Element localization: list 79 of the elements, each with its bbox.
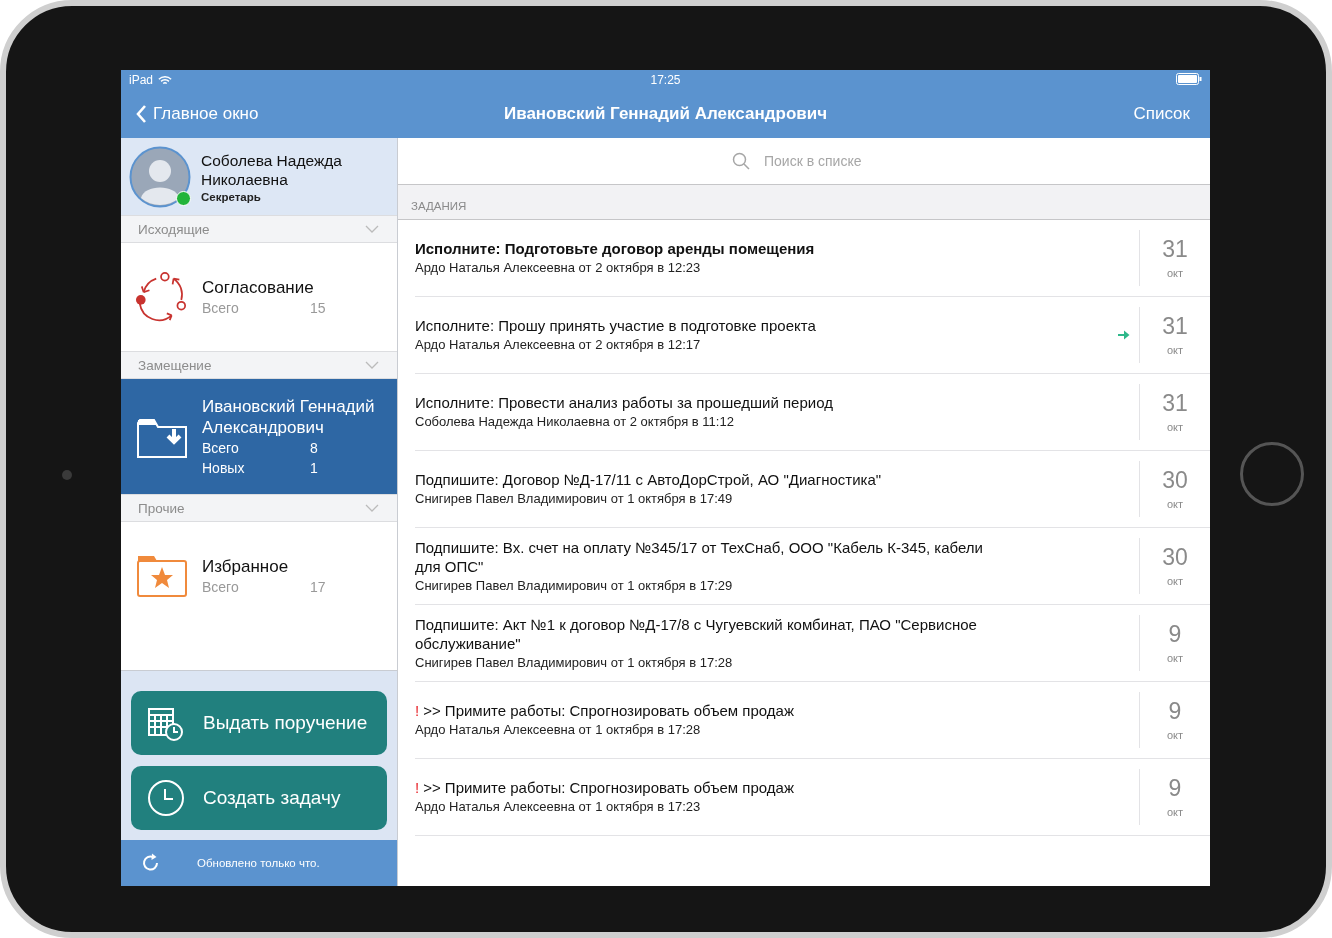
date-month: окт — [1166, 573, 1184, 589]
task-subtitle: Ардо Наталья Алексеевна от 2 октября в 12:23 — [415, 259, 702, 277]
task-title: >> Примите работы: Спрогнозировать объем продаж — [423, 702, 794, 719]
task-title: Подпишите: Акт №1 к договор №Д-17/8 с Чугуевский комбинат, ПАО "Сервисное обслуживание" — [415, 615, 977, 652]
action-button[interactable]: Создать задачу — [131, 766, 387, 830]
camera-dot — [62, 470, 72, 480]
date-month: окт — [1166, 342, 1184, 358]
date-month: окт — [1166, 419, 1184, 435]
cycle-arrows-icon — [135, 270, 189, 324]
device-label: iPad — [129, 73, 154, 87]
task-subtitle: Снигирев Павел Владимирович от 1 октября в 17:28 — [415, 653, 734, 672]
date-day: 9 — [1168, 620, 1182, 647]
chevron-down-icon — [365, 361, 379, 369]
date-day: 9 — [1168, 697, 1182, 724]
chevron-down-icon — [365, 225, 379, 233]
search-field[interactable]: Поиск в списке — [762, 152, 876, 170]
task-subtitle: Ардо Наталья Алексеевна от 1 октября в 17:23 — [415, 798, 702, 816]
profile-name: Соболева Надежда Николаевна — [201, 150, 343, 189]
priority-mark: ! — [415, 702, 420, 719]
task-subtitle: Соболева Надежда Николаевна от 2 октября в 11:12 — [415, 413, 735, 431]
avatar-silhouette — [129, 145, 191, 208]
task-title: Исполните: Подготовьте договор аренды помещения — [415, 240, 815, 257]
task-row[interactable]: Подпишите: Акт №1 к договор №Д-17/8 с Чугуевский комбинат, ПАО "Сервисное обслуживание" Снигирев Павел Владимирович от 1 октября в 17:28 9 окт — [415, 605, 1210, 682]
stat-label: Всего — [202, 577, 240, 597]
battery-icon — [1176, 72, 1202, 85]
date-day: 31 — [1162, 389, 1188, 416]
task-title: Исполните: Прошу принять участие в подготовке проекта — [415, 317, 816, 334]
task-subtitle: Снигирев Павел Владимирович от 1 октября в 17:29 — [415, 576, 734, 595]
date-day: 31 — [1162, 312, 1188, 339]
item-title: Избранное — [202, 555, 290, 577]
stat-value: 8 — [310, 438, 319, 458]
date-month: окт — [1166, 727, 1184, 743]
task-row[interactable]: ! >> Примите работы: Спрогнозировать объем продаж Ардо Наталья Алексеевна от 1 октября в 17:23 9 окт — [415, 759, 1210, 836]
task-title: >> Примите работы: Спрогнозировать объем продаж — [423, 779, 794, 796]
task-row[interactable]: Исполните: Провести анализ работы за прошедший период Соболева Надежда Николаевна от 2 октября в 11:12 31 окт — [415, 374, 1210, 451]
sidebar-item[interactable]: Избранное Всего 17 — [121, 522, 397, 630]
task-subtitle: Ардо Наталья Алексеевна от 1 октября в 17:28 — [415, 721, 702, 739]
status-time: 17:25 — [650, 73, 681, 87]
task-row[interactable]: Подпишите: Договор №Д-17/11 с АвтоДорСтрой, АО "Диагностика" Снигирев Павел Владимирович от 1 октября в 17:49 30 окт — [415, 451, 1210, 528]
sidebar-item[interactable]: Согласование Всего 15 — [121, 243, 397, 351]
profile-role: Секретарь — [201, 190, 262, 203]
date-day: 30 — [1162, 466, 1188, 493]
sidebar-item[interactable]: Ивановский Геннадий Александрович Всего 8 Новых 1 — [121, 379, 397, 494]
task-title: Подпишите: Договор №Д-17/11 с АвтоДорСтрой, АО "Диагностика" — [415, 471, 882, 488]
date-day: 30 — [1162, 543, 1188, 570]
search-icon — [732, 152, 750, 170]
task-subtitle: Снигирев Павел Владимирович от 1 октября в 17:49 — [415, 490, 734, 508]
task-title: Подпишите: Вх. счет на оплату №345/17 от ТехСнаб, ООО "Кабель К-345, кабели для ОПС" — [415, 538, 983, 575]
date-month: окт — [1166, 650, 1184, 666]
task-row[interactable]: Исполните: Подготовьте договор аренды помещения Ардо Наталья Алексеевна от 2 октября в 12:23 31 окт — [415, 220, 1210, 297]
task-row[interactable]: Подпишите: Вх. счет на оплату №345/17 от ТехСнаб, ООО "Кабель К-345, кабели для ОПС" Снигирев Павел Владимирович от 1 октября в 17:29 30 окт — [415, 528, 1210, 605]
refresh-icon — [141, 853, 161, 873]
priority-mark: ! — [415, 779, 420, 796]
date-day: 31 — [1162, 235, 1188, 262]
stat-label: Новых — [202, 458, 246, 478]
item-title: Ивановский Геннадий Александрович — [202, 395, 376, 438]
date-month: окт — [1166, 496, 1184, 512]
date-month: окт — [1166, 265, 1184, 281]
section-title: ЗАДАНИЯ — [411, 200, 467, 212]
update-status: Обновлено только что. — [197, 857, 320, 869]
date-month: окт — [1166, 804, 1184, 820]
date-day: 9 — [1168, 774, 1182, 801]
clock-icon — [147, 779, 185, 817]
stat-value: 15 — [310, 298, 326, 318]
chevron-down-icon — [365, 504, 379, 512]
item-title: Согласование — [202, 276, 315, 298]
stat-value: 1 — [310, 458, 319, 478]
wifi-icon — [158, 74, 173, 86]
stat-value: 17 — [310, 577, 326, 597]
task-row[interactable]: Исполните: Прошу принять участие в подготовке проекта Ардо Наталья Алексеевна от 2 октября в 12:17 31 окт — [415, 297, 1210, 374]
task-subtitle: Ардо Наталья Алексеевна от 2 октября в 12:17 — [415, 336, 702, 354]
task-title: Исполните: Провести анализ работы за прошедший период — [415, 394, 833, 411]
task-row[interactable]: ! >> Примите работы: Спрогнозировать объем продаж Ардо Наталья Алексеевна от 1 октября в 17:28 9 окт — [415, 682, 1210, 759]
nav-title: Ивановский Геннадий Александрович — [503, 104, 828, 124]
chevron-left-icon — [135, 104, 147, 124]
action-button[interactable]: Выдать поручение — [131, 691, 387, 755]
folder-star-icon — [136, 554, 188, 598]
stat-label: Всего — [202, 298, 240, 318]
stat-label: Всего — [202, 438, 240, 458]
